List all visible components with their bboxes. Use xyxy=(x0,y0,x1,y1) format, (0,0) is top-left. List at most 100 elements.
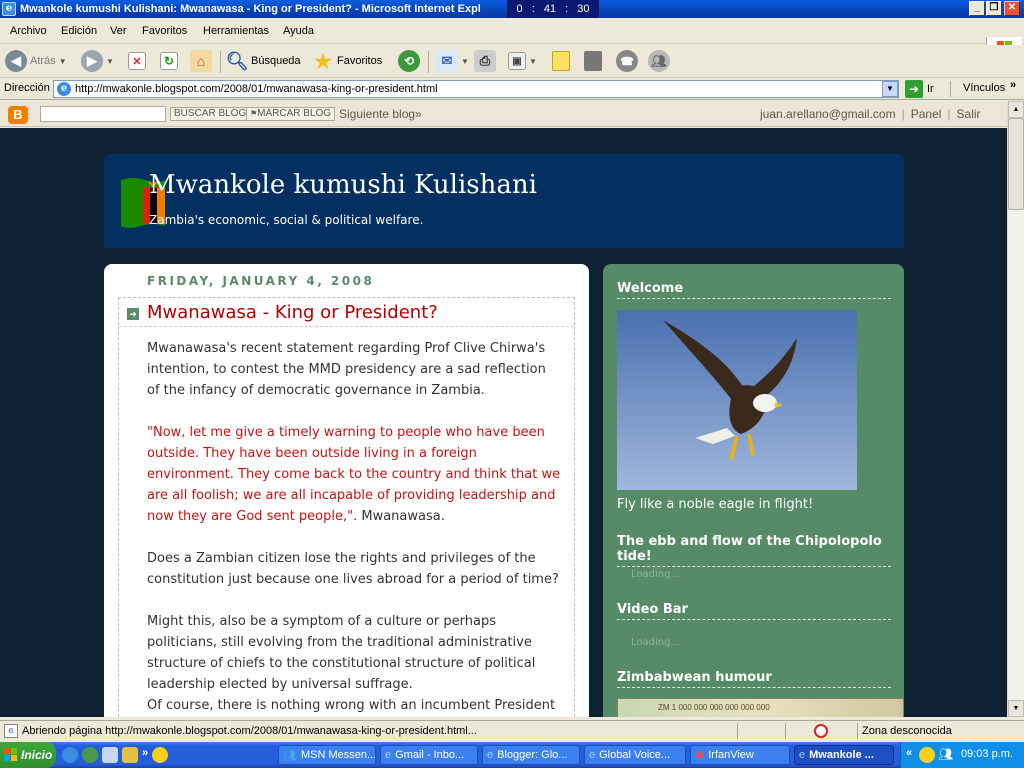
task-globalvoices[interactable]: e Global Voice... xyxy=(584,745,686,765)
quick-launch: » xyxy=(62,747,169,763)
favorites-button[interactable]: ★ Favoritos xyxy=(312,49,382,73)
scroll-up-button[interactable]: ▲ xyxy=(1008,101,1024,118)
mail-button[interactable]: ✉ ▼ xyxy=(436,49,469,73)
forward-arrow-icon: ▶ xyxy=(81,50,103,72)
eagle-image xyxy=(617,310,857,490)
links-chevron-icon[interactable]: » xyxy=(1010,79,1016,91)
smiley-icon[interactable] xyxy=(152,747,169,763)
popup-blocked-icon[interactable] xyxy=(814,724,828,738)
menu-herramientas[interactable]: Herramientas xyxy=(203,25,269,37)
notes-button[interactable] xyxy=(552,49,570,73)
search-label: Búsqueda xyxy=(251,55,301,67)
address-url: http://mwakonle.blogspot.com/2008/01/mwa… xyxy=(75,83,438,95)
post-paragraph: Might this, also be a symptom of a cultu… xyxy=(147,614,536,692)
task-label: MSN Messen... xyxy=(300,749,376,761)
menu-archivo[interactable]: Archivo xyxy=(10,25,47,37)
quote-attribution: Mwanawasa. xyxy=(357,509,445,524)
separator: | xyxy=(901,107,905,121)
task-irfanview[interactable]: ✱ IrfanView xyxy=(690,745,790,765)
ie-icon: e xyxy=(799,749,806,761)
star-icon: ★ xyxy=(314,50,332,73)
menu-ayuda[interactable]: Ayuda xyxy=(283,25,314,37)
task-label: IrfanView xyxy=(708,749,754,761)
title-divider xyxy=(119,326,574,327)
ie-icon: e xyxy=(589,749,596,761)
close-button[interactable]: ✕ xyxy=(1004,1,1020,16)
address-dropdown-button[interactable]: ▼ xyxy=(882,81,898,97)
panel-link[interactable]: Panel xyxy=(911,107,942,121)
page-viewport: Mwankole kumushi Kulishani Zambia's econ… xyxy=(0,128,1007,717)
refresh-button[interactable]: ↻ xyxy=(160,49,178,73)
loading-text: Loading... xyxy=(631,637,680,648)
windows-flag-icon xyxy=(4,748,17,761)
task-label: Blogger: Glo... xyxy=(497,749,568,761)
menu-ver[interactable]: Ver xyxy=(110,25,127,37)
task-mwankole[interactable]: e Mwankole ... xyxy=(794,745,894,765)
msn-tray-icon[interactable]: 👥︎ xyxy=(938,747,953,761)
print-button[interactable]: ⎙ xyxy=(474,49,496,73)
post-paragraph: Mwanawasa's recent statement regarding P… xyxy=(147,341,546,398)
book-icon xyxy=(584,51,602,71)
contacts-button[interactable]: 👥︎ xyxy=(648,49,670,73)
folder-icon[interactable] xyxy=(122,747,138,763)
address-bar: Dirección e http://mwakonle.blogspot.com… xyxy=(0,78,1024,100)
mail-icon: ✉ xyxy=(436,50,458,72)
go-button[interactable]: ➜ Ir xyxy=(905,80,934,98)
quick-launch-chevron-icon[interactable]: » xyxy=(142,747,148,763)
minimize-button[interactable]: _ xyxy=(969,1,985,16)
blog-search-input[interactable] xyxy=(40,106,166,122)
title-bar: e Mwankole kumushi Kulishani: Mwanawasa … xyxy=(0,0,1024,18)
maximize-button[interactable]: ❐ xyxy=(986,1,1002,16)
post-paragraph: Of course, there is nothing wrong with a… xyxy=(147,698,556,713)
loading-page-icon: e xyxy=(4,724,18,738)
blog-title[interactable]: Mwankole kumushi Kulishani xyxy=(149,170,537,200)
task-gmail[interactable]: e Gmail - Inbo... xyxy=(380,745,478,765)
scroll-down-button[interactable]: ▼ xyxy=(1008,700,1024,717)
banknote-text: ZM 1 000 000 000 000 000 000 xyxy=(658,703,770,712)
post-paragraph: Does a Zambian citizen lose the rights a… xyxy=(147,551,559,587)
next-blog-link[interactable]: Siguiente blog» xyxy=(339,107,422,121)
home-button[interactable]: ⌂ xyxy=(190,49,212,73)
tray-expand-chevron-icon[interactable]: « xyxy=(906,747,912,759)
search-blog-button[interactable]: BUSCAR BLOG xyxy=(170,107,251,121)
desktop-icon[interactable] xyxy=(102,747,118,763)
security-zone: Zona desconocida xyxy=(862,725,952,737)
toolbar: ◀ Atrás ▼ ▶ ▼ ✕ ↻ ⌂ 🔍︎ Búsqueda ★ Favori… xyxy=(0,45,1024,78)
links-menu[interactable]: Vínculos xyxy=(963,82,1005,94)
forward-button[interactable]: ▶ ▼ xyxy=(81,49,114,73)
go-arrow-icon: ➜ xyxy=(905,80,923,98)
edit-button[interactable]: ▣ ▼ xyxy=(508,49,537,73)
tray-clock: 09:03 p.m. xyxy=(961,748,1013,760)
note-icon xyxy=(552,51,570,71)
history-button[interactable]: ⟲ xyxy=(398,49,420,73)
research-button[interactable] xyxy=(584,49,602,73)
task-blogger[interactable]: e Blogger: Glo... xyxy=(482,745,580,765)
post-body: Mwanawasa's recent statement regarding P… xyxy=(147,338,562,716)
media-player-icon[interactable] xyxy=(82,747,98,763)
msn-icon: 👥︎ xyxy=(283,749,297,762)
menu-edicion[interactable]: Edición xyxy=(61,25,97,37)
back-button[interactable]: ◀ Atrás ▼ xyxy=(5,49,67,73)
ie-quicklaunch-icon[interactable] xyxy=(62,747,78,763)
messenger-button[interactable]: ☎ xyxy=(616,49,638,73)
logout-link[interactable]: Salir xyxy=(957,107,981,121)
address-input[interactable]: e http://mwakonle.blogspot.com/2008/01/m… xyxy=(53,80,899,98)
ie-icon: e xyxy=(487,749,494,761)
go-label: Ir xyxy=(927,83,934,95)
stop-button[interactable]: ✕ xyxy=(128,49,146,73)
task-label: Mwankole ... xyxy=(809,749,874,761)
search-button[interactable]: 🔍︎ Búsqueda xyxy=(226,49,301,73)
blogger-logo-icon[interactable]: B xyxy=(8,106,28,124)
search-icon: 🔍︎ xyxy=(225,50,249,71)
flag-blog-button[interactable]: ⚑MARCAR BLOG xyxy=(246,107,336,121)
task-msn[interactable]: 👥︎ MSN Messen... xyxy=(278,745,376,765)
post-title[interactable]: Mwanawasa - King or President? xyxy=(147,302,438,323)
menu-favoritos[interactable]: Favoritos xyxy=(142,25,187,37)
toolbar-separator xyxy=(428,51,429,73)
zimbabwean-humour-widget-title: Zimbabwean humour xyxy=(617,670,891,688)
scroll-thumb[interactable] xyxy=(1008,118,1024,210)
blog-description: Zambia's economic, social & political we… xyxy=(149,213,424,227)
smiley-tray-icon[interactable] xyxy=(919,747,935,763)
start-button[interactable]: Inicio xyxy=(0,742,56,768)
vertical-scrollbar[interactable]: ▲ ▼ xyxy=(1007,101,1024,717)
